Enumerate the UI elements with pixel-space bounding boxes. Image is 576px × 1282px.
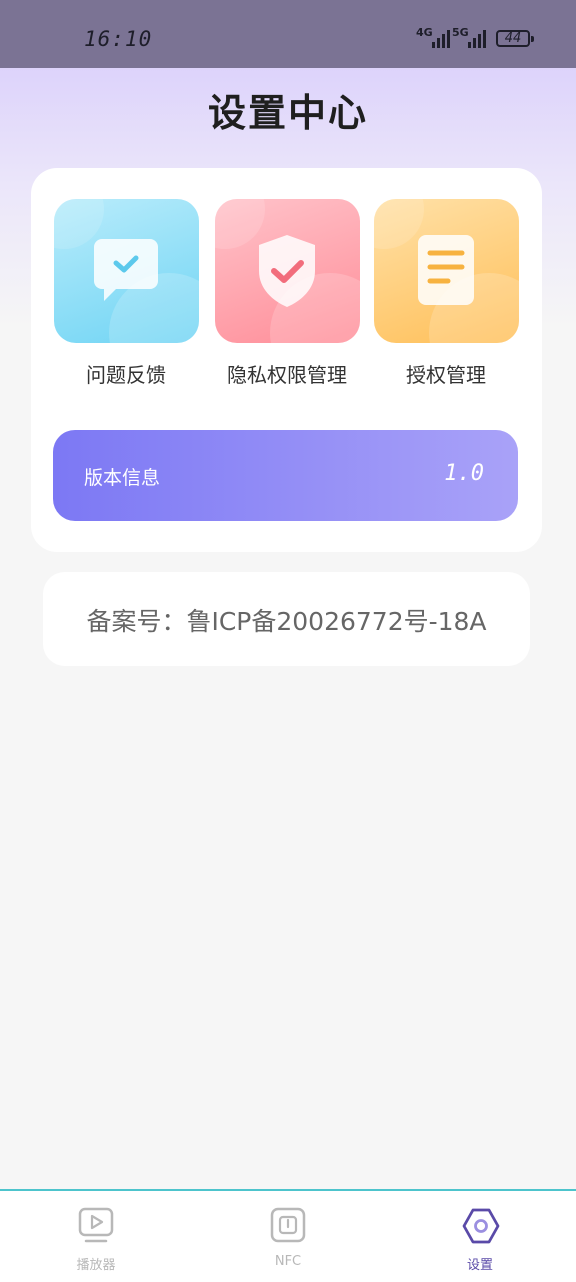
battery-icon: 44 xyxy=(496,30,534,47)
privacy-shield-icon xyxy=(259,235,315,307)
tab-settings[interactable]: 设置 xyxy=(420,1191,540,1282)
status-time: 16:10 xyxy=(84,27,153,51)
icp-record-text: 备案号：鲁ICP备20026772号-18A xyxy=(86,607,487,636)
tab-nfc[interactable]: NFC xyxy=(228,1191,348,1282)
feedback-chat-icon xyxy=(94,239,158,301)
authorization-tile[interactable] xyxy=(374,199,519,343)
document-icon xyxy=(418,235,474,305)
player-icon xyxy=(78,1207,114,1243)
tab-player-label: 播放器 xyxy=(76,1258,116,1273)
feedback-tile[interactable] xyxy=(54,199,199,343)
privacy-permission-label: 隐私权限管理 xyxy=(227,363,347,387)
tab-settings-label: 设置 xyxy=(466,1258,493,1273)
version-label: 版本信息 xyxy=(84,467,161,489)
authorization-label: 授权管理 xyxy=(406,363,486,387)
tab-player[interactable]: 播放器 xyxy=(36,1191,156,1282)
version-value: 1.0 xyxy=(444,461,484,486)
nfc-icon xyxy=(270,1207,306,1243)
icp-record-card: 备案号：鲁ICP备20026772号-18A xyxy=(43,572,530,666)
page-title: 设置中心 xyxy=(207,91,368,135)
version-info-row[interactable]: 版本信息 1.0 xyxy=(53,430,518,521)
feedback-label: 问题反馈 xyxy=(86,363,166,387)
tab-nfc-label: NFC xyxy=(274,1254,302,1269)
settings-card: 问题反馈 隐私权限管理 授权管理 版本信息 1.0 xyxy=(31,168,542,552)
settings-hexagon-icon xyxy=(462,1208,500,1244)
bottom-tab-bar: 播放器 NFC 设置 xyxy=(0,1189,576,1282)
privacy-permission-tile[interactable] xyxy=(215,199,360,343)
status-bar: 16:10 4G 5G 44 xyxy=(0,0,576,68)
